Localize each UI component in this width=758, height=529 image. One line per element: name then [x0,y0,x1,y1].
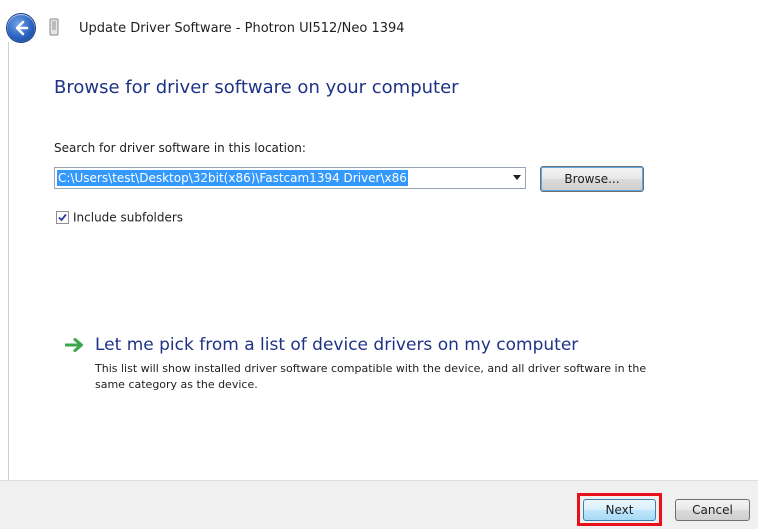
title-bar: Update Driver Software - Photron UI512/N… [0,0,758,64]
page-title: Browse for driver software on your compu… [54,77,459,98]
driver-path-value[interactable]: C:\Users\test\Desktop\32bit(x86)\Fastcam… [57,170,408,186]
browse-button[interactable]: Browse... [540,166,644,192]
pick-from-list-link[interactable]: Let me pick from a list of device driver… [95,335,578,355]
search-location-label: Search for driver software in this locat… [54,141,306,155]
back-button[interactable] [7,14,35,42]
window-left-border [8,42,9,480]
checkmark-icon [58,213,67,222]
window-title: Update Driver Software - Photron UI512/N… [79,21,405,36]
pick-from-list-description: This list will show installed driver sof… [95,362,647,391]
include-subfolders-row[interactable]: Include subfolders [56,207,183,225]
include-subfolders-checkbox[interactable] [56,211,69,224]
chevron-down-icon[interactable] [513,175,521,180]
driver-path-combobox[interactable]: C:\Users\test\Desktop\32bit(x86)\Fastcam… [54,167,526,189]
next-button[interactable]: Next [583,499,656,521]
back-arrow-icon [15,20,29,36]
device-icon [49,18,59,36]
include-subfolders-label[interactable]: Include subfolders [73,211,183,225]
cancel-button[interactable]: Cancel [675,499,750,521]
green-arrow-icon[interactable] [65,338,85,352]
